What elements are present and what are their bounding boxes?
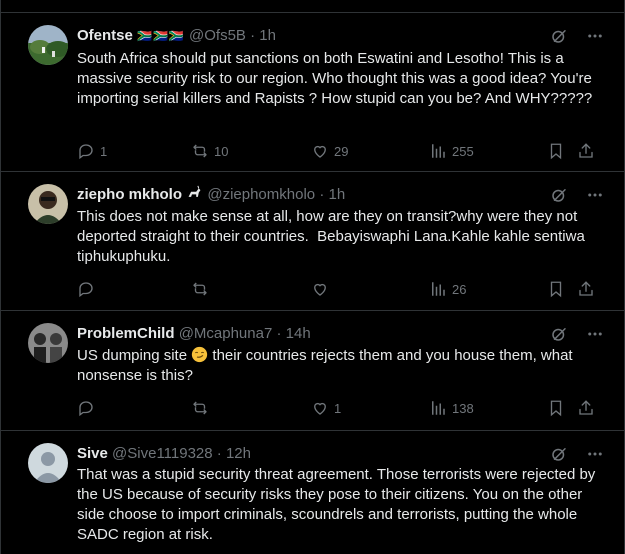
like-count: 29	[334, 143, 349, 159]
display-name[interactable]: Ofentse	[77, 27, 133, 44]
grok-icon[interactable]	[550, 27, 568, 45]
share-button[interactable]	[577, 141, 595, 161]
more-icon[interactable]	[586, 186, 604, 204]
handle[interactable]: @ziephomkholo	[207, 186, 315, 203]
reply-icon	[77, 280, 95, 298]
like-button[interactable]: 1	[311, 398, 341, 418]
separator-dot: ·	[319, 186, 325, 203]
bookmark-button[interactable]	[547, 398, 565, 418]
post-header-actions	[550, 323, 604, 345]
handle[interactable]: @Sive1119328	[112, 445, 213, 462]
flag-emojis: 🇿🇦🇿🇦🇿🇦	[137, 29, 185, 43]
post-header: Ofentse 🇿🇦🇿🇦🇿🇦 @Ofs5B · 1h	[77, 25, 604, 47]
repost-button[interactable]	[191, 279, 214, 299]
action-bar: 26	[77, 279, 602, 299]
share-icon	[577, 280, 595, 298]
like-icon	[311, 280, 329, 298]
reply-button[interactable]: 1	[77, 141, 107, 161]
bookmark-button[interactable]	[547, 279, 565, 299]
post-header: Sive @Sive1119328 · 12h	[77, 443, 604, 465]
view-count: 26	[452, 281, 467, 297]
post[interactable]: ProblemChild @Mcaphuna7 · 14h US dumping…	[1, 311, 624, 431]
post[interactable]: Ofentse 🇿🇦🇿🇦🇿🇦 @Ofs5B · 1h South Africa …	[1, 13, 624, 172]
views-icon	[429, 399, 447, 417]
bookmark-button[interactable]	[547, 141, 565, 161]
repost-button[interactable]	[191, 398, 214, 418]
more-icon[interactable]	[586, 27, 604, 45]
like-count: 1	[334, 400, 342, 416]
reply-feed: Ofentse 🇿🇦🇿🇦🇿🇦 @Ofs5B · 1h South Africa …	[0, 0, 625, 554]
bookmark-icon	[547, 399, 565, 417]
post-text: South Africa should put sanctions on bot…	[77, 50, 596, 107]
like-button[interactable]	[311, 279, 334, 299]
grok-icon[interactable]	[550, 186, 568, 204]
action-bar: 1 10 29 255	[77, 141, 602, 161]
views-button[interactable]: 255	[429, 141, 474, 161]
smirk-emoji-icon	[191, 346, 208, 364]
post-header: ProblemChild @Mcaphuna7 · 14h	[77, 323, 604, 345]
views-icon	[429, 280, 447, 298]
like-button[interactable]: 29	[311, 141, 348, 161]
share-icon	[577, 399, 595, 417]
post-text: That was a stupid security threat agreem…	[77, 466, 600, 543]
reply-button[interactable]	[77, 279, 100, 299]
separator-dot: ·	[216, 445, 222, 462]
timestamp[interactable]: 1h	[328, 186, 345, 203]
action-bar: 1 138	[77, 398, 602, 418]
bookmark-icon	[547, 280, 565, 298]
separator-dot: ·	[276, 325, 282, 342]
share-icon	[577, 142, 595, 160]
repost-icon	[191, 142, 209, 160]
post-header: ziepho mkholo @ziephomkholo · 1h	[77, 184, 604, 206]
post-header-actions	[550, 443, 604, 465]
reply-icon	[77, 399, 95, 417]
reply-count: 1	[100, 143, 108, 159]
repost-count: 10	[214, 143, 229, 159]
display-name[interactable]: ziepho mkholo	[77, 186, 182, 203]
views-button[interactable]: 26	[429, 279, 466, 299]
timestamp[interactable]: 14h	[286, 325, 311, 342]
display-name[interactable]: ProblemChild	[77, 325, 175, 342]
avatar[interactable]	[28, 443, 68, 483]
post[interactable]: Sive @Sive1119328 · 12h That was a stupi…	[1, 431, 624, 554]
reply-button[interactable]	[77, 398, 100, 418]
grok-icon[interactable]	[550, 325, 568, 343]
reply-icon	[77, 142, 95, 160]
views-button[interactable]: 138	[429, 398, 474, 418]
post-header-actions	[550, 184, 604, 206]
grok-icon[interactable]	[550, 445, 568, 463]
avatar[interactable]	[28, 184, 68, 224]
timestamp[interactable]: 12h	[226, 445, 251, 462]
avatar[interactable]	[28, 323, 68, 363]
post-text: This does not make sense at all, how are…	[77, 208, 589, 265]
repost-button[interactable]: 10	[191, 141, 228, 161]
more-icon[interactable]	[586, 445, 604, 463]
repost-icon	[191, 399, 209, 417]
handle[interactable]: @Mcaphuna7	[179, 325, 273, 342]
like-icon	[311, 142, 329, 160]
post-text-part: US dumping site	[77, 347, 192, 364]
views-icon	[429, 142, 447, 160]
avatar[interactable]	[28, 25, 68, 65]
more-icon[interactable]	[586, 325, 604, 343]
handle[interactable]: @Ofs5B	[189, 27, 246, 44]
timestamp[interactable]: 1h	[259, 27, 276, 44]
like-icon	[311, 399, 329, 417]
repost-icon	[191, 280, 209, 298]
separator-dot: ·	[250, 27, 256, 44]
post[interactable]: ziepho mkholo @ziephomkholo · 1h This do…	[1, 172, 624, 311]
post-header-actions	[550, 25, 604, 47]
share-button[interactable]	[577, 279, 595, 299]
post-text: US dumping site their countries rejects …	[77, 346, 602, 386]
view-count: 138	[452, 400, 474, 416]
bookmark-icon	[547, 142, 565, 160]
goat-emoji-icon	[186, 185, 203, 203]
share-button[interactable]	[577, 398, 595, 418]
view-count: 255	[452, 143, 474, 159]
display-name[interactable]: Sive	[77, 445, 108, 462]
